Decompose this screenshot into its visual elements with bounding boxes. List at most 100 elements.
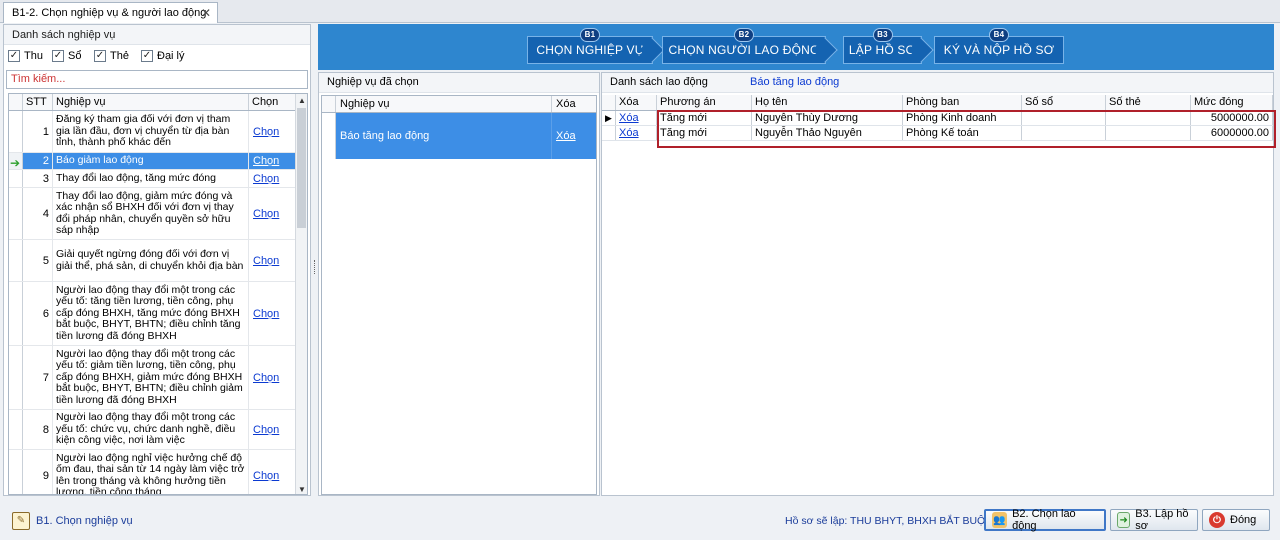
filter-the[interactable]: ✓ Thẻ — [94, 50, 129, 62]
step-banner: B1 CHỌN NGHIỆP VỤ B2 CHỌN NGƯỜI LAO ĐỘNG… — [318, 24, 1274, 70]
row-stt: 9 — [23, 450, 53, 494]
splitter-grip-icon[interactable] — [314, 260, 316, 274]
chon-link[interactable]: Chọn — [253, 372, 279, 384]
table-row[interactable]: ▶ Xóa Tăng mới Nguyễn Thùy Dương Phòng K… — [602, 111, 1273, 126]
employee-list-header: Danh sách lao động Báo tăng lao động — [602, 73, 1273, 93]
xoa-link[interactable]: Xóa — [619, 127, 639, 139]
col-nghiep-vu: Nghiệp vụ — [53, 94, 249, 110]
close-icon[interactable]: ✕ — [201, 6, 211, 20]
scroll-down-icon[interactable]: ▼ — [298, 485, 306, 494]
table-row[interactable]: 5 Giải quyết ngừng đóng đối với đơn vị g… — [9, 240, 307, 282]
row-indicator: ➔ — [9, 153, 23, 170]
row-indicator — [322, 113, 336, 159]
row-stt: 4 — [23, 188, 53, 239]
cell-ho-ten[interactable]: Nguyễn Thảo Nguyên — [752, 126, 903, 140]
business-link[interactable]: Báo tăng lao động — [750, 76, 839, 88]
table-row[interactable]: 6 Người lao động thay đổi một trong các … — [9, 282, 307, 346]
table-row[interactable]: 1 Đăng ký tham gia đối với đơn vị tham g… — [9, 111, 307, 153]
choose-employee-button[interactable]: 👥 B2. Chọn lao động — [984, 508, 1106, 532]
cell-phuong-an[interactable]: Tăng mới — [657, 111, 752, 125]
row-indicator — [9, 282, 23, 345]
table-row-selected[interactable]: Báo tăng lao động Xóa — [322, 113, 596, 159]
row-stt: 6 — [23, 282, 53, 345]
filter-thu[interactable]: ✓ Thu — [8, 50, 43, 62]
col-so-the: Số thẻ — [1106, 95, 1191, 110]
checkbox-icon[interactable]: ✓ — [8, 50, 20, 62]
step-b1-status[interactable]: ✎ B1. Chọn nghiệp vụ — [12, 512, 133, 530]
filter-dai-ly[interactable]: ✓ Đại lý — [141, 50, 185, 62]
chon-link[interactable]: Chọn — [253, 255, 279, 267]
cell-so-the[interactable] — [1106, 126, 1191, 140]
xoa-link[interactable]: Xóa — [556, 130, 576, 142]
cell-phuong-an[interactable]: Tăng mới — [657, 126, 752, 140]
checkbox-icon[interactable]: ✓ — [52, 50, 64, 62]
selected-business-header: Nghiệp vụ đã chọn — [319, 73, 599, 93]
chon-link[interactable]: Chọn — [253, 173, 279, 185]
chon-link[interactable]: Chọn — [253, 470, 279, 482]
chon-link[interactable]: Chọn — [253, 155, 279, 167]
create-dossier-button[interactable]: ➜ B3. Lập hồ sơ — [1110, 508, 1198, 532]
row-indicator — [9, 450, 23, 494]
row-indicator — [9, 111, 23, 152]
row-stt: 7 — [23, 346, 53, 409]
cell-phong-ban[interactable]: Phòng Kinh doanh — [903, 111, 1022, 125]
cell-muc-dong[interactable]: 6000000.00 — [1191, 126, 1273, 140]
employee-list-title: Danh sách lao động — [610, 76, 708, 88]
tab-strip: B1-2. Chọn nghiệp vụ & người lao động ✕ — [0, 0, 1280, 23]
checkbox-icon[interactable]: ✓ — [94, 50, 106, 62]
cell-so-so[interactable] — [1022, 111, 1106, 125]
close-button[interactable]: ⏻ Đóng — [1202, 509, 1270, 531]
step-label: CHỌN NGHIỆP VỤ — [536, 43, 644, 57]
selected-grid-header: Nghiệp vụ Xóa — [322, 96, 596, 113]
filter-label: Thẻ — [110, 50, 129, 62]
employee-grid: Xóa Phương án Họ tên Phòng ban Số sổ Số … — [602, 95, 1276, 495]
filter-label: Sổ — [68, 50, 82, 62]
chon-link[interactable]: Chọn — [253, 126, 279, 138]
cell-phong-ban[interactable]: Phòng Kế toán — [903, 126, 1022, 140]
xoa-link[interactable]: Xóa — [619, 112, 639, 124]
row-indicator — [9, 170, 23, 187]
chon-link[interactable]: Chọn — [253, 424, 279, 436]
table-row[interactable]: 8 Người lao động thay đổi một trong các … — [9, 410, 307, 450]
row-indicator — [602, 126, 616, 140]
table-row-selected[interactable]: ➔ 2 Báo giảm lao động Chọn — [9, 153, 307, 170]
table-row[interactable]: 3 Thay đổi lao động, tăng mức đóng Chọn — [9, 170, 307, 188]
row-nghiep-vu: Người lao động thay đổi một trong các yế… — [53, 410, 249, 449]
row-nghiep-vu: Người lao động thay đổi một trong các yế… — [53, 346, 249, 409]
col-phong-ban: Phòng ban — [903, 95, 1022, 110]
table-row[interactable]: Xóa Tăng mới Nguyễn Thảo Nguyên Phòng Kế… — [602, 126, 1273, 141]
step-b3[interactable]: B3 LẬP HỒ SƠ — [843, 28, 934, 64]
chon-link[interactable]: Chọn — [253, 308, 279, 320]
step-b4[interactable]: B4 KÝ VÀ NỘP HỒ SƠ — [934, 28, 1064, 64]
step-b1[interactable]: B1 CHỌN NGHIỆP VỤ — [527, 28, 665, 64]
cell-muc-dong[interactable]: 5000000.00 — [1191, 111, 1273, 125]
row-indicator — [9, 346, 23, 409]
scroll-thumb[interactable] — [297, 108, 306, 228]
row-stt: 8 — [23, 410, 53, 449]
row-nghiep-vu: Đăng ký tham gia đối với đơn vị tham gia… — [53, 111, 249, 152]
table-row[interactable]: 9 Người lao động nghỉ việc hưởng chế độ … — [9, 450, 307, 494]
step-number: B2 — [734, 28, 754, 42]
row-indicator — [9, 188, 23, 239]
filter-so[interactable]: ✓ Sổ — [52, 50, 81, 62]
search-input[interactable]: Tìm kiếm... — [6, 70, 308, 89]
cell-so-so[interactable] — [1022, 126, 1106, 140]
filter-label: Đại lý — [157, 50, 185, 62]
step-label: CHỌN NGƯỜI LAO ĐỘNG — [668, 43, 820, 57]
col-muc-dong: Mức đóng — [1191, 95, 1273, 110]
col-chon: Chọn — [252, 96, 279, 108]
cell-ho-ten[interactable]: Nguyễn Thùy Dương — [752, 111, 903, 125]
vertical-scrollbar[interactable]: ▲ ▼ — [295, 94, 307, 494]
cell-so-the[interactable] — [1106, 111, 1191, 125]
chon-link[interactable]: Chọn — [253, 208, 279, 220]
table-row[interactable]: 4 Thay đổi lao động, giảm mức đóng và xá… — [9, 188, 307, 240]
row-indicator-header — [602, 95, 616, 110]
tab-title: B1-2. Chọn nghiệp vụ & người lao động — [12, 7, 207, 19]
filter-row: ✓ Thu ✓ Sổ ✓ Thẻ ✓ Đại lý — [4, 45, 310, 69]
checkbox-icon[interactable]: ✓ — [141, 50, 153, 62]
step-b2[interactable]: B2 CHỌN NGƯỜI LAO ĐỘNG — [662, 28, 838, 64]
row-nghiep-vu: Thay đổi lao động, giảm mức đóng và xác … — [53, 188, 249, 239]
tab-main[interactable]: B1-2. Chọn nghiệp vụ & người lao động ✕ — [3, 2, 218, 23]
scroll-up-icon[interactable]: ▲ — [298, 96, 306, 105]
table-row[interactable]: 7 Người lao động thay đổi một trong các … — [9, 346, 307, 410]
